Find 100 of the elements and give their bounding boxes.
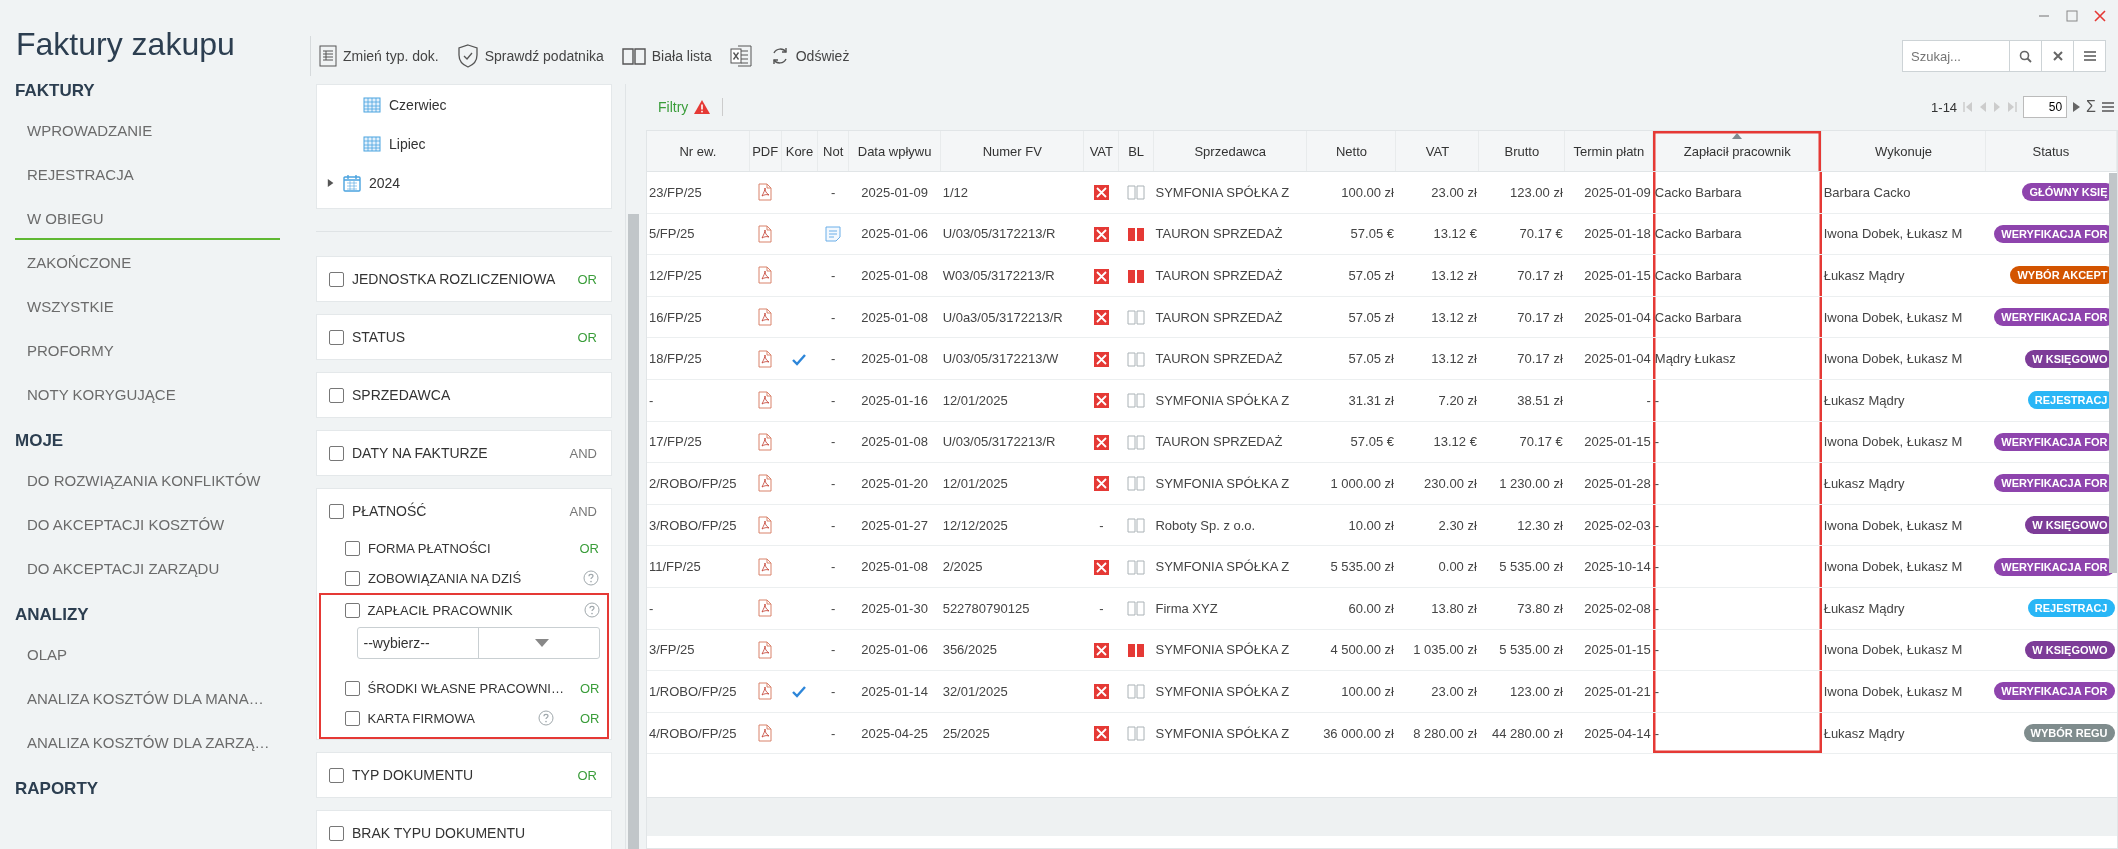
dropdown[interactable]: --wybierz-- — [356, 627, 600, 659]
toolbar-button[interactable]: Biała lista — [621, 47, 712, 65]
nav-item[interactable]: WSZYSTKIE — [15, 286, 280, 328]
pdf-icon[interactable] — [758, 349, 773, 368]
nav-item[interactable]: NOTY KORYGUJĄCE — [15, 374, 280, 416]
book-icon[interactable] — [1127, 351, 1146, 367]
nav-item[interactable]: ZAKOŃCZONE — [15, 242, 280, 284]
page-size-field[interactable]: 50 — [2023, 96, 2068, 118]
scrollbar[interactable] — [2109, 173, 2117, 573]
caret-icon[interactable] — [2073, 102, 2081, 112]
toolbar-button[interactable] — [729, 44, 752, 68]
pdf-icon[interactable] — [758, 266, 773, 285]
nav-item[interactable]: DO AKCEPTACJI ZARZĄDU — [15, 548, 280, 590]
column-header[interactable]: Brutto — [1478, 131, 1565, 172]
pdf-icon[interactable] — [758, 640, 773, 659]
pdf-icon[interactable] — [758, 432, 773, 451]
book-icon[interactable] — [1127, 434, 1146, 450]
checkbox[interactable] — [329, 445, 344, 461]
column-header[interactable]: Nr ew. — [647, 131, 750, 172]
checkbox[interactable] — [329, 387, 344, 403]
menu-button[interactable] — [2074, 40, 2106, 72]
tree-item[interactable]: Czerwiec — [327, 85, 611, 124]
nav-item[interactable]: DO ROZWIĄZANIA KONFLIKTÓW — [15, 460, 280, 502]
nav-item[interactable]: REJESTRACJA — [15, 154, 280, 196]
column-header[interactable]: Not — [817, 131, 849, 172]
filter-mode[interactable]: OR — [579, 540, 599, 556]
pdf-icon[interactable] — [758, 391, 773, 410]
column-header[interactable]: VAT — [1083, 131, 1119, 172]
pdf-icon[interactable] — [758, 724, 773, 742]
sum-button[interactable]: Σ — [2086, 98, 2096, 116]
pdf-icon[interactable] — [758, 308, 773, 327]
checkbox[interactable] — [345, 570, 360, 586]
nav-item[interactable]: PROFORMY — [15, 330, 280, 372]
filled-book-icon[interactable] — [1127, 642, 1146, 658]
help-icon[interactable] — [583, 602, 600, 618]
expand-caret-icon[interactable] — [327, 177, 335, 188]
toolbar-button[interactable]: Odśwież — [769, 46, 850, 66]
menu-icon[interactable] — [2102, 102, 2114, 112]
checkbox[interactable] — [329, 329, 344, 345]
pdf-icon[interactable] — [758, 516, 773, 535]
book-icon[interactable] — [1127, 726, 1146, 742]
nav-item[interactable]: W OBIEGU — [15, 198, 280, 240]
scrollbar[interactable] — [625, 84, 641, 849]
help-icon[interactable] — [538, 710, 554, 726]
checkbox[interactable] — [329, 271, 344, 287]
filter-mode[interactable]: OR — [577, 329, 597, 345]
search-button[interactable] — [2010, 40, 2042, 72]
column-header[interactable]: Zapłacił pracownik — [1652, 131, 1822, 172]
filled-book-icon[interactable] — [1127, 268, 1146, 284]
column-header[interactable]: BL — [1118, 131, 1154, 172]
column-header[interactable]: Termin płatn — [1564, 131, 1653, 172]
note-icon[interactable] — [825, 226, 842, 243]
nav-item[interactable]: ANALIZA KOSZTÓW DLA MANA… — [15, 678, 280, 720]
book-icon[interactable] — [1127, 684, 1146, 700]
book-icon[interactable] — [1127, 518, 1146, 534]
column-header[interactable]: Status — [1985, 131, 2117, 172]
filter-mode[interactable]: AND — [569, 503, 597, 519]
nav-item[interactable]: DO AKCEPTACJI KOSZTÓW — [15, 504, 280, 546]
filled-book-icon[interactable] — [1127, 226, 1146, 242]
pdf-icon[interactable] — [758, 474, 773, 493]
tree-item[interactable]: Lipiec — [327, 124, 611, 163]
checkbox[interactable] — [344, 710, 360, 726]
search-field[interactable]: Szukaj... — [1902, 40, 2010, 72]
checkbox[interactable] — [345, 540, 360, 556]
toolbar-button[interactable]: Sprawdź podatnika — [456, 44, 604, 68]
column-header[interactable]: Wykonuje — [1821, 131, 1986, 172]
checkbox[interactable] — [329, 503, 344, 519]
toolbar-button[interactable]: Zmień typ. dok. — [319, 45, 439, 67]
checkbox[interactable] — [329, 767, 344, 783]
book-icon[interactable] — [1127, 310, 1146, 326]
column-header[interactable]: Netto — [1306, 131, 1396, 172]
pdf-icon[interactable] — [758, 557, 773, 576]
book-icon[interactable] — [1127, 393, 1146, 409]
help-icon[interactable] — [583, 570, 599, 586]
checkbox[interactable] — [344, 602, 360, 618]
maximize-icon[interactable] — [2066, 10, 2078, 22]
book-icon[interactable] — [1127, 476, 1146, 492]
book-icon[interactable] — [1127, 559, 1146, 575]
close-icon[interactable] — [2094, 10, 2106, 22]
column-header[interactable]: Data wpływu — [848, 131, 941, 172]
checkbox[interactable] — [329, 825, 344, 841]
column-header[interactable]: Numer FV — [940, 131, 1084, 172]
pdf-icon[interactable] — [758, 183, 773, 202]
filter-mode[interactable]: OR — [580, 710, 600, 726]
tree-item[interactable]: 2024 — [327, 163, 611, 202]
book-icon[interactable] — [1127, 185, 1146, 201]
column-header[interactable]: PDF — [749, 131, 782, 172]
nav-item[interactable]: WPROWADZANIE — [15, 110, 280, 152]
filter-mode[interactable]: OR — [580, 680, 600, 696]
pdf-icon[interactable] — [758, 682, 773, 701]
nav-item[interactable]: ANALIZA KOSZTÓW DLA ZARZĄ… — [15, 722, 280, 764]
checkbox[interactable] — [344, 680, 360, 696]
pdf-icon[interactable] — [758, 224, 773, 243]
pdf-icon[interactable] — [758, 599, 773, 618]
nav-item[interactable]: OLAP — [15, 634, 280, 676]
column-header[interactable]: Kore — [781, 131, 818, 172]
filter-mode[interactable]: AND — [569, 445, 597, 461]
clear-button[interactable] — [2042, 40, 2074, 72]
book-icon[interactable] — [1127, 601, 1146, 617]
column-header[interactable]: Sprzedawca — [1153, 131, 1307, 172]
